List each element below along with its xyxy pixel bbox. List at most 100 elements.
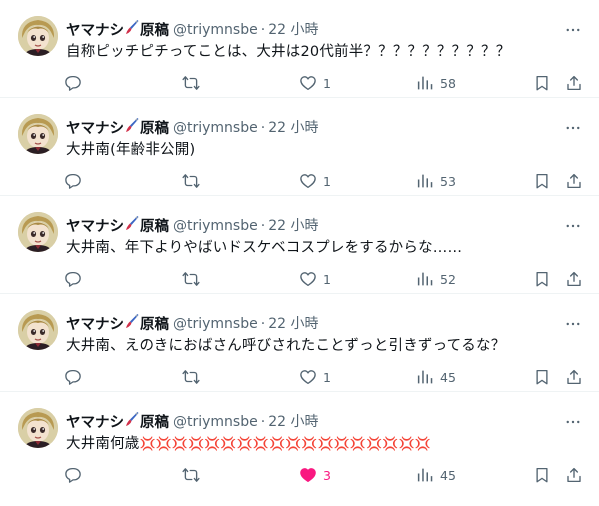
timestamp[interactable]: 22 小時: [268, 120, 318, 136]
author-name[interactable]: ヤマナシ 原稿: [66, 411, 169, 432]
reply-button[interactable]: [64, 171, 82, 191]
bookmark-icon: [536, 467, 548, 483]
author-handle[interactable]: @triymnsbe: [173, 120, 258, 136]
like-icon: [300, 370, 316, 385]
like-button[interactable]: 1: [299, 171, 331, 191]
bookmark-button[interactable]: [533, 465, 551, 485]
bookmark-icon: [536, 75, 548, 91]
tweet-text: 大井南(年齢非公開): [66, 142, 196, 158]
retweet-icon: [182, 76, 200, 90]
timestamp[interactable]: 22 小時: [268, 316, 318, 332]
bookmark-button[interactable]: [533, 73, 551, 93]
views-button[interactable]: 58: [416, 73, 456, 93]
views-button[interactable]: 53: [416, 171, 456, 191]
more-icon[interactable]: [563, 118, 583, 138]
author-name[interactable]: ヤマナシ 原稿: [66, 215, 169, 236]
avatar[interactable]: [18, 408, 58, 448]
paintbrush-emoji-icon: [125, 313, 139, 329]
author-handle[interactable]: @triymnsbe: [173, 316, 258, 332]
reply-button[interactable]: [64, 73, 82, 93]
more-icon[interactable]: [563, 20, 583, 40]
like-button[interactable]: 3: [299, 465, 331, 485]
bookmark-button[interactable]: [533, 171, 551, 191]
share-icon: [567, 271, 581, 287]
share-button[interactable]: [565, 73, 583, 93]
reply-button[interactable]: [64, 269, 82, 289]
author-handle[interactable]: @triymnsbe: [173, 22, 258, 38]
views-icon: [417, 76, 433, 90]
view-count: 45: [440, 467, 456, 483]
bookmark-button[interactable]: [533, 269, 551, 289]
author-handle[interactable]: @triymnsbe: [173, 414, 258, 430]
more-icon[interactable]: [563, 216, 583, 236]
avatar[interactable]: [18, 16, 58, 56]
reply-button[interactable]: [64, 465, 82, 485]
like-count: 1: [323, 75, 331, 91]
bookmark-icon: [536, 173, 548, 189]
tweet-meta: @triymnsbe · 22 小時: [173, 215, 318, 235]
timestamp[interactable]: 22 小時: [268, 414, 318, 430]
share-icon: [567, 369, 581, 385]
share-button[interactable]: [565, 367, 583, 387]
action-bar: 1 58: [0, 73, 599, 93]
avatar[interactable]: [18, 114, 58, 154]
tweet[interactable]: ヤマナシ 原稿 @triymnsbe · 22 小時 大井南何歳💢💢💢💢💢💢💢💢💢💢💢…: [0, 392, 599, 490]
share-icon: [567, 467, 581, 483]
tweet-meta: @triymnsbe · 22 小時: [173, 313, 318, 333]
like-button[interactable]: 1: [299, 269, 331, 289]
like-icon: [300, 174, 316, 189]
share-icon: [567, 75, 581, 91]
author-name[interactable]: ヤマナシ 原稿: [66, 313, 169, 334]
retweet-button[interactable]: [181, 269, 201, 289]
tweet-text: 大井南、えのきにおばさん呼びされたことずっと引きずってるな？: [66, 338, 506, 354]
tweet[interactable]: ヤマナシ 原稿 @triymnsbe · 22 小時 大井南、年下よりやばいドスケベコ…: [0, 196, 599, 294]
paintbrush-emoji-icon: [125, 19, 139, 35]
share-button[interactable]: [565, 269, 583, 289]
views-button[interactable]: 52: [416, 269, 456, 289]
author-handle[interactable]: @triymnsbe: [173, 218, 258, 234]
tweet-header: ヤマナシ 原稿 @triymnsbe · 22 小時: [66, 313, 318, 333]
view-count: 52: [440, 271, 456, 287]
like-icon: [300, 76, 316, 91]
reply-icon: [65, 173, 81, 189]
like-button[interactable]: 1: [299, 73, 331, 93]
like-count: 3: [323, 467, 331, 483]
retweet-button[interactable]: [181, 73, 201, 93]
like-button[interactable]: 1: [299, 367, 331, 387]
retweet-button[interactable]: [181, 465, 201, 485]
tweet-header: ヤマナシ 原稿 @triymnsbe · 22 小時: [66, 117, 318, 137]
views-button[interactable]: 45: [416, 465, 456, 485]
reply-icon: [65, 271, 81, 287]
tweet[interactable]: ヤマナシ 原稿 @triymnsbe · 22 小時 大井南、えのきにおばさん呼びされ…: [0, 294, 599, 392]
bookmark-button[interactable]: [533, 367, 551, 387]
share-button[interactable]: [565, 171, 583, 191]
share-icon: [567, 173, 581, 189]
tweet[interactable]: ヤマナシ 原稿 @triymnsbe · 22 小時 大井南(年齢非公開) 1 53: [0, 98, 599, 196]
tweet-meta: @triymnsbe · 22 小時: [173, 19, 318, 39]
timestamp[interactable]: 22 小時: [268, 22, 318, 38]
avatar[interactable]: [18, 212, 58, 252]
reply-button[interactable]: [64, 367, 82, 387]
share-button[interactable]: [565, 465, 583, 485]
timestamp[interactable]: 22 小時: [268, 218, 318, 234]
author-name[interactable]: ヤマナシ 原稿: [66, 117, 169, 138]
views-icon: [417, 468, 433, 482]
view-count: 53: [440, 173, 456, 189]
tweet-header: ヤマナシ 原稿 @triymnsbe · 22 小時: [66, 19, 318, 39]
views-button[interactable]: 45: [416, 367, 456, 387]
retweet-button[interactable]: [181, 367, 201, 387]
avatar[interactable]: [18, 310, 58, 350]
tweet[interactable]: ヤマナシ 原稿 @triymnsbe · 22 小時 自称ピッチピチってことは、大井は…: [0, 0, 599, 98]
bookmark-icon: [536, 369, 548, 385]
reply-icon: [65, 467, 81, 483]
more-icon[interactable]: [563, 412, 583, 432]
reply-icon: [65, 369, 81, 385]
like-icon: [300, 468, 316, 483]
like-count: 1: [323, 369, 331, 385]
action-bar: 1 45: [0, 367, 599, 387]
meta-separator: ·: [260, 120, 266, 136]
more-icon[interactable]: [563, 314, 583, 334]
author-name[interactable]: ヤマナシ 原稿: [66, 19, 169, 40]
views-icon: [417, 174, 433, 188]
retweet-button[interactable]: [181, 171, 201, 191]
